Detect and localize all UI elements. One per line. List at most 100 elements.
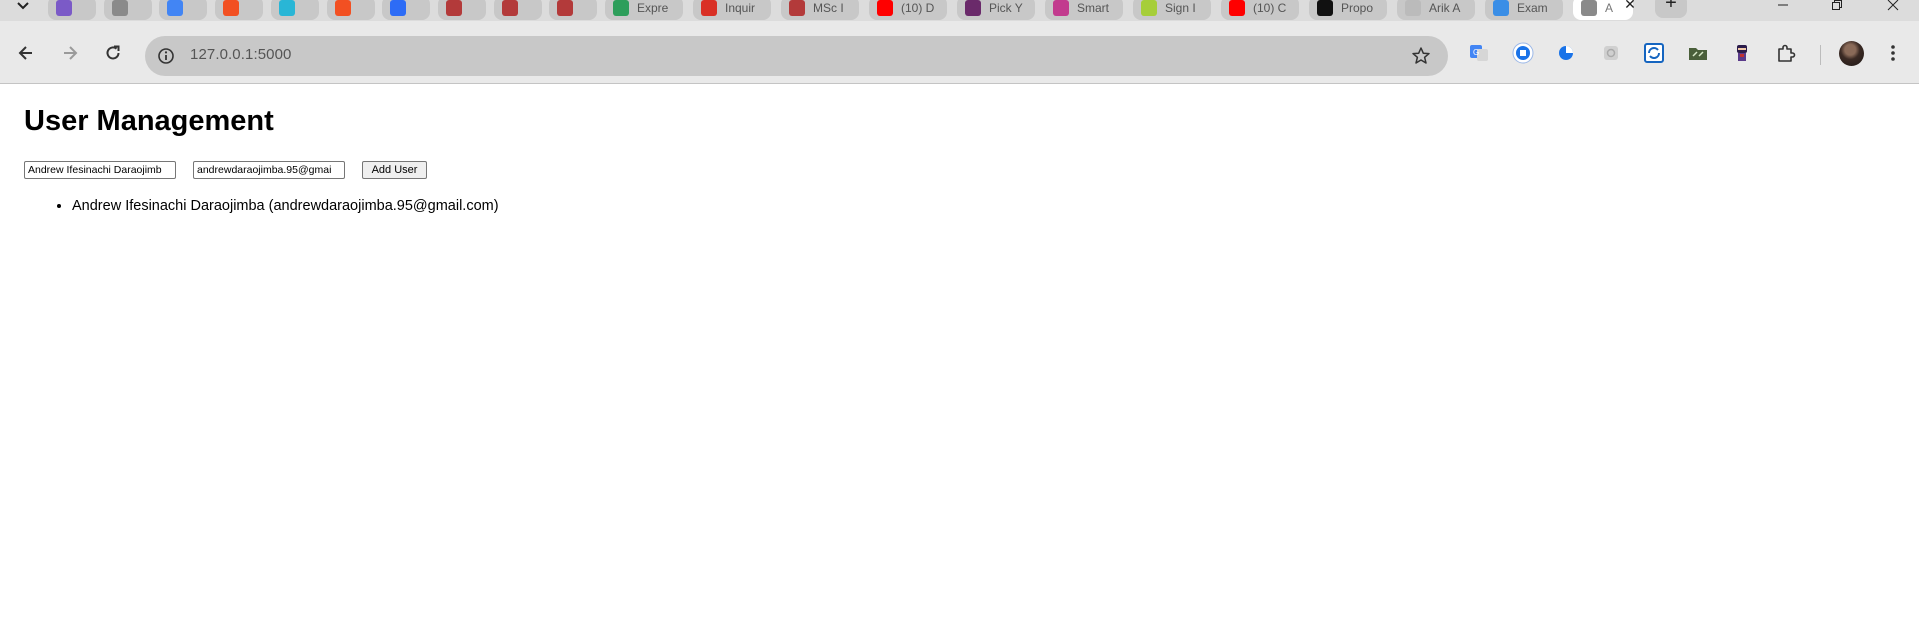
star-icon xyxy=(1412,47,1430,64)
browser-tab[interactable]: MSc I xyxy=(781,0,859,20)
url-text[interactable]: 127.0.0.1:5000 xyxy=(190,46,292,63)
zoom-icon xyxy=(390,0,406,16)
grey-extension[interactable] xyxy=(1600,42,1622,64)
add-user-button[interactable]: Add User xyxy=(362,161,427,179)
browser-tab[interactable] xyxy=(104,0,152,20)
tab-title: Expre xyxy=(637,1,669,15)
cube-icon xyxy=(446,0,462,16)
forward-button[interactable] xyxy=(58,41,82,65)
tab-title: (10) C xyxy=(1253,1,1287,15)
translate-icon: G xyxy=(1470,45,1488,61)
browser-tab[interactable] xyxy=(549,0,597,20)
cube-icon xyxy=(789,0,805,16)
refresh-square-icon xyxy=(1644,43,1664,63)
smart-icon xyxy=(1053,0,1069,16)
google-translate-extension[interactable]: G xyxy=(1468,42,1490,64)
blue-extension[interactable] xyxy=(1555,42,1577,64)
browser-tab[interactable]: (10) D xyxy=(869,0,947,20)
restore-icon xyxy=(1832,0,1842,10)
browser-tab[interactable] xyxy=(327,0,375,20)
page-content: User Management Add User Andrew Ifesinac… xyxy=(0,84,1919,627)
browser-tab[interactable] xyxy=(159,0,207,20)
chatgpt-icon xyxy=(56,0,72,16)
back-arrow-icon xyxy=(18,46,32,60)
new-tab-button[interactable]: + xyxy=(1655,0,1687,18)
tab-title: Propo xyxy=(1341,1,1374,15)
close-window-button[interactable] xyxy=(1870,0,1916,16)
site-info-button[interactable] xyxy=(156,46,176,66)
page-title: User Management xyxy=(24,105,274,137)
chatgpt-icon xyxy=(1317,0,1333,16)
browser-toolbar: 127.0.0.1:5000 G xyxy=(0,21,1919,84)
tab-title: Exam xyxy=(1517,1,1548,15)
browser-tab[interactable] xyxy=(48,0,96,20)
bookmark-button[interactable] xyxy=(1410,45,1432,67)
browser-tab[interactable]: (10) C xyxy=(1221,0,1299,20)
globe-icon xyxy=(1581,0,1597,16)
more-vertical-icon xyxy=(1891,45,1895,61)
svg-text:G: G xyxy=(1473,48,1479,57)
microsoft-icon xyxy=(335,0,351,16)
google-docs-icon xyxy=(167,0,183,16)
docs-extension[interactable] xyxy=(1512,42,1534,64)
extensions-menu-button[interactable] xyxy=(1775,42,1797,64)
email-input[interactable] xyxy=(193,161,345,179)
browser-menu-button[interactable] xyxy=(1885,41,1901,65)
browser-tab[interactable]: Exam xyxy=(1485,0,1563,20)
youtube-icon xyxy=(1229,0,1245,16)
browser-tab[interactable] xyxy=(382,0,430,20)
tab-title: Pick Y xyxy=(989,1,1023,15)
back-button[interactable] xyxy=(14,41,38,65)
pen-icon xyxy=(1405,0,1421,16)
browser-tab[interactable]: Propo xyxy=(1309,0,1387,20)
tab-search-button[interactable] xyxy=(10,0,36,16)
browser-tab[interactable] xyxy=(494,0,542,20)
address-bar[interactable]: 127.0.0.1:5000 xyxy=(145,36,1448,76)
name-input[interactable] xyxy=(24,161,176,179)
browser-tab[interactable]: Sign I xyxy=(1133,0,1211,20)
profile-avatar[interactable] xyxy=(1839,41,1864,66)
browser-tab[interactable]: Pick Y xyxy=(957,0,1035,20)
minimize-icon xyxy=(1778,4,1788,6)
close-tab-button[interactable]: ✕ xyxy=(1620,0,1640,14)
tab-title: Sign I xyxy=(1165,1,1196,15)
tab-strip: Expre Inquir MSc I (10) D Pick Y Smart Sign I (… xyxy=(0,0,1919,21)
forward-arrow-icon xyxy=(64,46,78,60)
express-icon xyxy=(613,0,629,16)
user-list-item: Andrew Ifesinachi Daraojimba (andrewdara… xyxy=(72,197,499,215)
youtube-icon xyxy=(877,0,893,16)
browser-tab[interactable] xyxy=(438,0,486,20)
browser-tab[interactable]: Arik A xyxy=(1397,0,1475,20)
browser-tab[interactable] xyxy=(215,0,263,20)
tab-title: Arik A xyxy=(1429,1,1461,15)
restore-button[interactable] xyxy=(1814,0,1860,16)
folder-extension[interactable] xyxy=(1687,42,1709,64)
ninja-extension[interactable] xyxy=(1731,42,1753,64)
file-icon xyxy=(279,0,295,16)
exam-icon xyxy=(1493,0,1509,16)
browser-tab[interactable]: Inquir xyxy=(693,0,771,20)
chevron-down-icon xyxy=(17,2,29,10)
microsoft-icon xyxy=(223,0,239,16)
reload-button[interactable] xyxy=(101,41,125,65)
pie-icon xyxy=(1559,46,1573,60)
info-icon xyxy=(158,48,174,64)
document-icon xyxy=(1512,42,1534,64)
tab-title: (10) D xyxy=(901,1,935,15)
browser-tab[interactable]: Expre xyxy=(605,0,683,20)
folder-icon xyxy=(1689,48,1707,60)
minimize-button[interactable] xyxy=(1760,0,1806,16)
puzzle-icon xyxy=(1778,44,1796,62)
ninja-icon xyxy=(1737,45,1747,61)
user-list: Andrew Ifesinachi Daraojimba (andrewdara… xyxy=(48,197,499,215)
reload-icon xyxy=(106,45,120,60)
gear-icon xyxy=(1604,46,1618,60)
browser-tab[interactable] xyxy=(271,0,319,20)
tab-title: MSc I xyxy=(813,1,844,15)
pick-icon xyxy=(965,0,981,16)
tab-title: Smart xyxy=(1077,1,1110,15)
browser-tab[interactable]: Smart xyxy=(1045,0,1123,20)
tab-title: Inquir xyxy=(725,1,756,15)
cube-icon xyxy=(502,0,518,16)
refresh-extension[interactable] xyxy=(1643,42,1665,64)
